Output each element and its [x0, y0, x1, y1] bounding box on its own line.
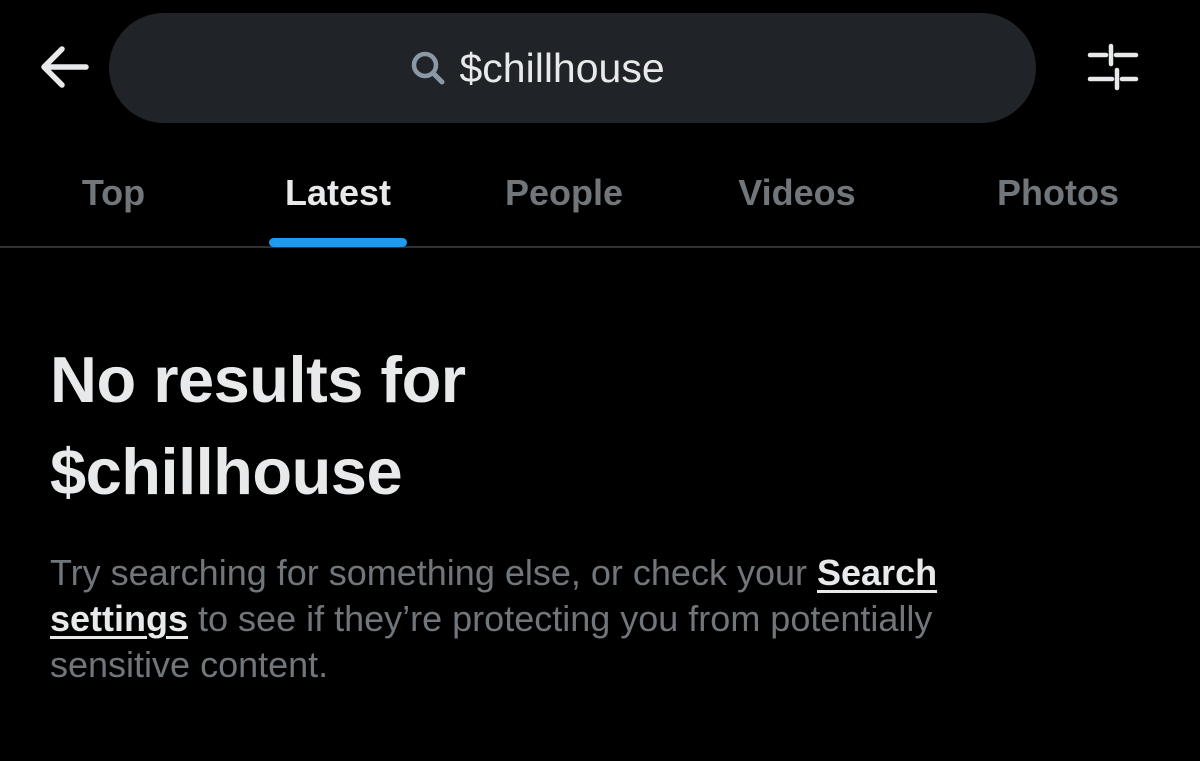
- search-tabs: Top Latest People Videos Photos: [0, 140, 1200, 248]
- search-icon: [408, 48, 448, 88]
- search-filter-button[interactable]: [1080, 40, 1146, 98]
- search-header: [0, 0, 1200, 140]
- tab-videos[interactable]: Videos: [716, 140, 878, 246]
- search-input[interactable]: [459, 44, 720, 92]
- tab-photos[interactable]: Photos: [975, 140, 1141, 246]
- tab-people[interactable]: People: [486, 140, 642, 246]
- active-tab-indicator: [269, 238, 407, 247]
- sliders-icon: [1086, 42, 1140, 97]
- empty-state-message: Try searching for something else, or che…: [50, 550, 1050, 688]
- tab-top[interactable]: Top: [55, 140, 172, 246]
- tab-latest[interactable]: Latest: [264, 140, 412, 246]
- empty-state-text-before: Try searching for something else, or che…: [50, 552, 817, 593]
- empty-state-title: No results for $chillhouse: [50, 334, 1150, 518]
- search-box[interactable]: [109, 13, 1036, 123]
- arrow-left-icon: [38, 45, 90, 94]
- empty-state: No results for $chillhouse Try searching…: [50, 334, 1150, 688]
- back-button[interactable]: [34, 42, 94, 96]
- empty-state-title-line1: No results for: [50, 343, 466, 416]
- empty-state-title-query: $chillhouse: [50, 435, 403, 508]
